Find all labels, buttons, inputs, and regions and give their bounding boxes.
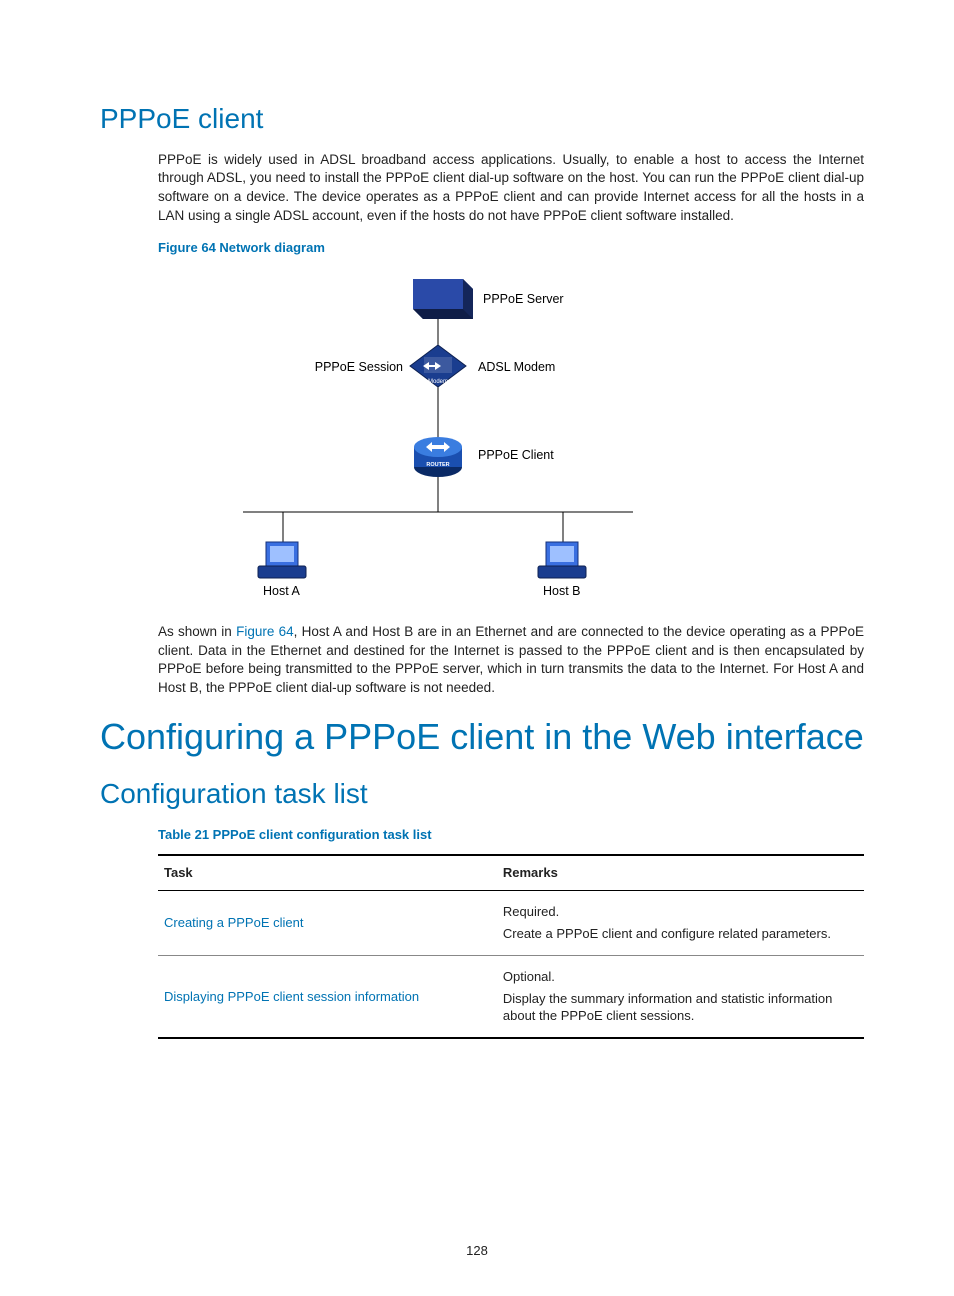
th-remarks: Remarks: [497, 855, 864, 890]
label-server: PPPoE Server: [483, 291, 564, 308]
router-tag-text: ROUTER: [426, 462, 449, 468]
modem-tag-text: Modem: [428, 379, 448, 385]
paragraph-figure-desc: As shown in Figure 64, Host A and Host B…: [158, 623, 864, 698]
remarks-desc: Create a PPPoE client and configure rela…: [503, 925, 858, 943]
table-row: Creating a PPPoE client Required. Create…: [158, 890, 864, 955]
label-modem: ADSL Modem: [478, 359, 555, 376]
label-host-b: Host B: [543, 583, 581, 600]
heading-pppoe-client: PPPoE client: [100, 100, 864, 139]
table-caption: Table 21 PPPoE client configuration task…: [158, 826, 864, 844]
figure-caption: Figure 64 Network diagram: [158, 239, 864, 257]
figure-ref-link[interactable]: Figure 64: [236, 624, 294, 639]
label-host-a: Host A: [263, 583, 300, 600]
remarks-desc: Display the summary information and stat…: [503, 990, 858, 1026]
p2-pre: As shown in: [158, 624, 236, 639]
remarks-req: Required.: [503, 903, 858, 921]
table-row: Displaying PPPoE client session informat…: [158, 955, 864, 1038]
paragraph-intro: PPPoE is widely used in ADSL broadband a…: [158, 151, 864, 226]
remarks-req: Optional.: [503, 968, 858, 986]
task-link-display[interactable]: Displaying PPPoE client session informat…: [164, 989, 419, 1004]
page-number: 128: [0, 1242, 954, 1260]
remarks-cell: Required. Create a PPPoE client and conf…: [497, 890, 864, 955]
heading-config-task-list: Configuration task list: [100, 775, 864, 814]
remarks-cell: Optional. Display the summary informatio…: [497, 955, 864, 1038]
task-link-create[interactable]: Creating a PPPoE client: [164, 915, 303, 930]
label-client: PPPoE Client: [478, 447, 554, 464]
heading-configuring: Configuring a PPPoE client in the Web in…: [100, 712, 864, 762]
network-diagram: Modem ROUTER PPPoE Serv: [158, 267, 708, 607]
page-container: PPPoE client PPPoE is widely used in ADS…: [0, 0, 954, 1296]
label-session: PPPoE Session: [308, 359, 403, 376]
th-task: Task: [158, 855, 497, 890]
task-table: Task Remarks Creating a PPPoE client Req…: [158, 854, 864, 1040]
